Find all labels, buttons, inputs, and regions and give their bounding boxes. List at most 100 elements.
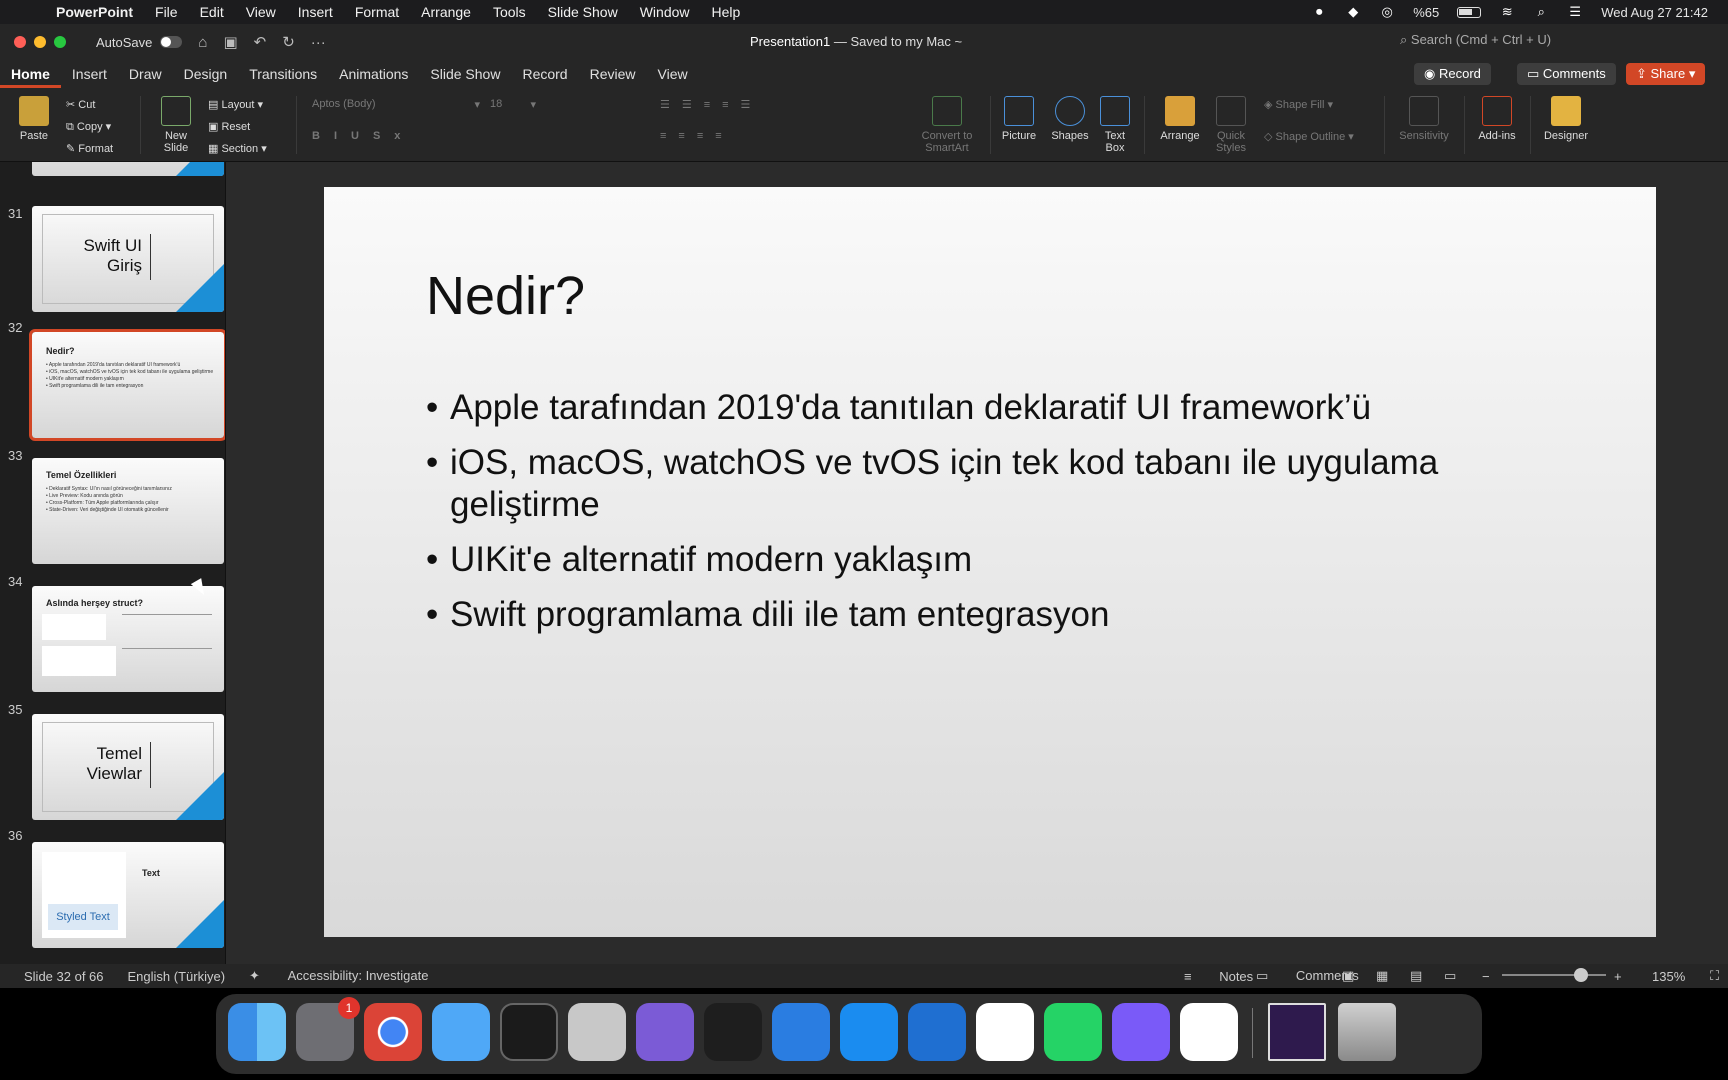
control-center-icon[interactable]: ☰	[1567, 5, 1583, 19]
slide-sorter-icon[interactable]: ▦	[1376, 968, 1388, 984]
new-slide-button[interactable]: New Slide	[152, 96, 200, 154]
menu-edit[interactable]: Edit	[200, 4, 224, 20]
menu-window[interactable]: Window	[640, 4, 690, 20]
home-icon[interactable]: ⌂	[198, 34, 207, 51]
arrange-button[interactable]: Arrange	[1158, 96, 1202, 142]
trash-icon[interactable]	[1338, 1003, 1396, 1061]
tab-insert[interactable]: Insert	[61, 60, 118, 88]
reading-view-icon[interactable]: ▤	[1410, 968, 1422, 984]
more-icon[interactable]: ···	[311, 34, 326, 51]
autosave-toggle[interactable]	[160, 36, 183, 48]
paragraph-buttons[interactable]: ☰☰≡≡☰	[660, 98, 762, 111]
text-box-button[interactable]: Text Box	[1098, 96, 1132, 154]
slide-thumbnail-32[interactable]: Nedir? • Apple tarafından 2019'da tanıtı…	[29, 329, 225, 441]
slide-thumbnail-panel[interactable]: 31 Swift UI Giriş 32 Nedir? • Apple tara…	[0, 162, 226, 964]
convert-smartart-button[interactable]: Convert to SmartArt	[912, 96, 982, 154]
slide-thumbnail-35[interactable]: Temel Viewlar	[32, 714, 224, 820]
airdrop-icon[interactable]: ◎	[1379, 5, 1395, 19]
paste-button[interactable]: Paste	[14, 96, 54, 142]
shape-fill-button[interactable]: ◈ Shape Fill ▾	[1264, 98, 1333, 111]
bullet-item[interactable]: iOS, macOS, watchOS ve tvOS için tek kod…	[426, 442, 1546, 526]
menu-tools[interactable]: Tools	[493, 4, 526, 20]
zoom-slider[interactable]	[1502, 974, 1606, 976]
zoom-level[interactable]: 135%	[1652, 969, 1685, 984]
app-store-icon[interactable]	[840, 1003, 898, 1061]
fit-to-window-icon[interactable]: ⛶	[1710, 968, 1719, 984]
add-ins-button[interactable]: Add-ins	[1474, 96, 1520, 142]
record-button[interactable]: ◉ Record	[1414, 63, 1491, 85]
accessibility-status[interactable]: ✦ Accessibility: Investigate	[249, 968, 428, 984]
zoom-slider-handle[interactable]	[1574, 968, 1588, 982]
share-button[interactable]: ⇪ Share ▾	[1626, 63, 1706, 85]
font-name-select[interactable]: Aptos (Body) ▾	[312, 98, 480, 111]
tab-draw[interactable]: Draw	[118, 60, 173, 88]
figma-icon[interactable]	[704, 1003, 762, 1061]
font-size-select[interactable]: 18 ▾	[490, 98, 536, 111]
minimize-window-button[interactable]	[34, 36, 46, 48]
menu-app[interactable]: PowerPoint	[56, 4, 133, 20]
ghost-app-icon[interactable]	[1112, 1003, 1170, 1061]
search-icon[interactable]: ⌕	[1533, 5, 1549, 19]
language-indicator[interactable]: English (Türkiye)	[128, 969, 226, 984]
shapes-button[interactable]: Shapes	[1050, 96, 1090, 142]
slide-thumbnail-31[interactable]: Swift UI Giriş	[32, 206, 224, 312]
menu-view[interactable]: View	[246, 4, 276, 20]
tab-slide-show[interactable]: Slide Show	[419, 60, 511, 88]
github-desktop-icon[interactable]	[636, 1003, 694, 1061]
finder-icon[interactable]	[228, 1003, 286, 1061]
normal-view-icon[interactable]: ▣	[1342, 968, 1354, 984]
tab-animations[interactable]: Animations	[328, 60, 419, 88]
copy-button[interactable]: ⧉ Copy ▾	[66, 120, 111, 134]
save-icon[interactable]: ▣	[223, 33, 237, 51]
recent-window-thumbnail[interactable]	[1268, 1003, 1326, 1061]
slide[interactable]: Nedir? Apple tarafından 2019'da tanıtıla…	[324, 187, 1656, 937]
mail-icon[interactable]	[432, 1003, 490, 1061]
comments-button[interactable]: ▭ Comments	[1517, 63, 1616, 85]
layout-button[interactable]: ▤ Layout ▾	[208, 98, 263, 111]
menu-slide-show[interactable]: Slide Show	[548, 4, 618, 20]
tab-review[interactable]: Review	[579, 60, 647, 88]
wifi-icon[interactable]: ≋	[1499, 5, 1515, 19]
font-style-buttons[interactable]: BIUSx	[312, 130, 414, 142]
record-status-icon[interactable]: ⏺	[1311, 5, 1327, 19]
slide-thumbnail-34[interactable]: Aslında herşey struct?	[32, 586, 224, 692]
menu-arrange[interactable]: Arrange	[421, 4, 471, 20]
iphone-mirroring-icon[interactable]	[568, 1003, 626, 1061]
slide-body[interactable]: Apple tarafından 2019'da tanıtılan dekla…	[426, 387, 1546, 649]
whatsapp-icon[interactable]	[1044, 1003, 1102, 1061]
slide-thumbnail-36[interactable]: Styled Text Text	[32, 842, 224, 948]
reset-button[interactable]: ▣ Reset	[208, 120, 250, 133]
quick-styles-button[interactable]: Quick Styles	[1212, 96, 1250, 154]
alignment-buttons[interactable]: ≡≡≡≡	[660, 130, 734, 142]
slide-thumbnail-30[interactable]	[32, 162, 224, 176]
clock[interactable]: Wed Aug 27 21:42	[1601, 5, 1708, 20]
tab-record[interactable]: Record	[511, 60, 578, 88]
xcode-instruments-icon[interactable]	[772, 1003, 830, 1061]
powerpoint-icon[interactable]	[1180, 1003, 1238, 1061]
search-input[interactable]: ⌕ Search (Cmd + Ctrl + U)	[1400, 32, 1551, 48]
designer-button[interactable]: Designer	[1540, 96, 1592, 142]
redo-icon[interactable]: ↻	[282, 33, 295, 51]
sensitivity-button[interactable]: Sensitivity	[1392, 96, 1456, 142]
zoom-out-icon[interactable]: −	[1482, 969, 1490, 984]
slide-canvas[interactable]: Nedir? Apple tarafından 2019'da tanıtıla…	[226, 162, 1728, 964]
activity-monitor-icon[interactable]	[500, 1003, 558, 1061]
tab-view[interactable]: View	[647, 60, 699, 88]
undo-icon[interactable]: ↶	[254, 33, 267, 51]
shape-outline-button[interactable]: ◇ Shape Outline ▾	[1264, 130, 1354, 143]
slide-thumbnail-33[interactable]: Temel Özellikleri • Deklaratif Syntax: U…	[32, 458, 224, 564]
zoom-window-button[interactable]	[54, 36, 66, 48]
menu-insert[interactable]: Insert	[298, 4, 333, 20]
xcode-icon[interactable]	[908, 1003, 966, 1061]
menu-help[interactable]: Help	[712, 4, 741, 20]
bullet-item[interactable]: Apple tarafından 2019'da tanıtılan dekla…	[426, 387, 1546, 429]
section-button[interactable]: ▦ Section ▾	[208, 142, 267, 155]
system-settings-icon[interactable]: 1	[296, 997, 360, 1061]
battery-icon[interactable]	[1457, 6, 1482, 18]
vscode-icon[interactable]	[976, 1003, 1034, 1061]
slide-show-view-icon[interactable]: ▭	[1444, 968, 1456, 984]
slide-title[interactable]: Nedir?	[426, 265, 585, 327]
tab-design[interactable]: Design	[173, 60, 239, 88]
menu-file[interactable]: File	[155, 4, 178, 20]
dropbox-icon[interactable]: ◆	[1345, 5, 1361, 19]
